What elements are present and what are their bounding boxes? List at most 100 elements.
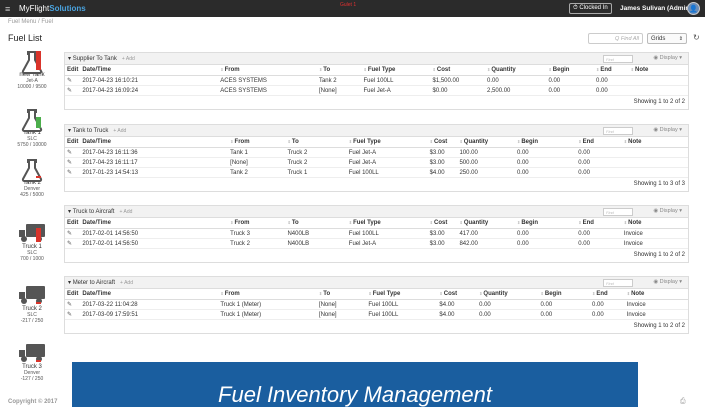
- collapse-icon[interactable]: ▾: [68, 55, 71, 62]
- column-header[interactable]: Date/Time: [80, 289, 219, 300]
- column-header[interactable]: Date/Time: [80, 218, 229, 229]
- section-find-input[interactable]: Find: [603, 55, 633, 63]
- tank-item[interactable]: Truck 2 SLC -217 / 250: [0, 282, 64, 324]
- column-header[interactable]: ⇕Cost: [427, 218, 458, 229]
- column-header[interactable]: Edit: [65, 218, 81, 229]
- column-header[interactable]: Edit: [65, 65, 81, 76]
- column-header[interactable]: ⇕Quantity: [485, 65, 547, 76]
- tank-item[interactable]: new Tank Jet-A 10000 / 9500: [0, 48, 64, 90]
- column-header[interactable]: ⇕To: [285, 137, 347, 148]
- section-find-input[interactable]: Find: [603, 279, 633, 287]
- avatar[interactable]: 👤: [687, 2, 700, 15]
- add-button[interactable]: + Add: [119, 209, 132, 215]
- collapse-icon[interactable]: ▾: [68, 279, 71, 286]
- tank-item[interactable]: Truck 3 Denver -127 / 250: [0, 340, 64, 382]
- column-header[interactable]: ⇕Cost: [430, 65, 486, 76]
- column-header[interactable]: ⇕Cost: [427, 137, 458, 148]
- tank-item[interactable]: Truck 1 SLC 700 / 1000: [0, 220, 64, 262]
- tank-item[interactable]: Tank 2 Denver 425 / 5000: [0, 156, 64, 198]
- column-header[interactable]: ⇕Fuel Type: [346, 137, 428, 148]
- brand-logo[interactable]: MyFlightSolutions: [19, 4, 86, 13]
- section-header[interactable]: ▾ Meter to Aircraft + Add Find ◉ Display ▾: [65, 277, 688, 289]
- table-row[interactable]: ✎ 2017-04-23 16:11:36 Tank 1 Truck 2 Fuel Je…: [65, 147, 688, 158]
- user-name[interactable]: James Sulivan (Admin): [620, 5, 692, 12]
- table-cell: Invoice: [621, 238, 688, 249]
- column-header[interactable]: ⇕To: [316, 65, 362, 76]
- find-all-input[interactable]: Q Find All: [588, 33, 643, 44]
- column-header[interactable]: ⇕To: [316, 289, 367, 300]
- table-cell: 500.00: [457, 157, 515, 168]
- refresh-icon[interactable]: ↻: [693, 33, 700, 42]
- display-dropdown[interactable]: ◉ Display ▾: [653, 55, 682, 61]
- column-header[interactable]: ⇕Begin: [514, 218, 577, 229]
- pencil-icon[interactable]: ✎: [65, 85, 81, 96]
- table-cell: Truck 3: [228, 228, 286, 239]
- display-dropdown[interactable]: ◉ Display ▾: [653, 127, 682, 133]
- sort-icon: ⇕: [230, 139, 234, 144]
- clocked-in-button[interactable]: ⏱ Clocked In: [569, 3, 612, 14]
- column-header[interactable]: Edit: [65, 137, 81, 148]
- column-header[interactable]: ⇕Quantity: [457, 218, 515, 229]
- add-button[interactable]: + Add: [122, 56, 135, 62]
- column-header[interactable]: Date/Time: [80, 137, 229, 148]
- pencil-icon[interactable]: ✎: [65, 157, 81, 168]
- breadcrumb[interactable]: Fuel Menu / Fuel: [8, 19, 53, 25]
- table-row[interactable]: ✎ 2017-03-22 11:04:28 Truck 1 (Meter) [None…: [65, 299, 688, 310]
- column-header[interactable]: ⇕From: [218, 289, 317, 300]
- column-header[interactable]: ⇕Note: [621, 218, 688, 229]
- add-button[interactable]: + Add: [113, 128, 126, 134]
- view-select[interactable]: Grids ⇕: [647, 33, 687, 44]
- section-header[interactable]: ▾ Tank to Truck + Add Find ◉ Display ▾: [65, 125, 688, 137]
- column-header[interactable]: ⇕End: [590, 289, 625, 300]
- table-row[interactable]: ✎ 2017-04-23 16:11:17 [None] Truck 2 Fuel Je…: [65, 157, 688, 168]
- collapse-icon[interactable]: ▾: [68, 208, 71, 215]
- column-header[interactable]: Edit: [65, 289, 81, 300]
- column-header[interactable]: ⇕End: [593, 65, 629, 76]
- pencil-icon[interactable]: ✎: [65, 309, 81, 320]
- column-header[interactable]: ⇕From: [218, 65, 317, 76]
- pencil-icon[interactable]: ✎: [65, 228, 81, 239]
- sort-icon: ⇕: [626, 291, 631, 296]
- column-header[interactable]: ⇕Fuel Type: [346, 218, 428, 229]
- column-header[interactable]: ⇕Note: [621, 137, 688, 148]
- column-header[interactable]: ⇕Fuel Type: [366, 289, 438, 300]
- print-icon[interactable]: ⎙: [680, 398, 686, 406]
- collapse-icon[interactable]: ▾: [68, 127, 71, 134]
- section-header[interactable]: ▾ Truck to Aircraft + Add Find ◉ Display ▾: [65, 206, 688, 218]
- section-find-input[interactable]: Find: [603, 208, 633, 216]
- table-row[interactable]: ✎ 2017-04-23 16:10:21 ACES SYSTEMS Tank 2 Fu…: [65, 75, 688, 86]
- column-header[interactable]: ⇕Begin: [514, 137, 577, 148]
- pencil-icon[interactable]: ✎: [65, 299, 81, 310]
- column-header[interactable]: ⇕Cost: [437, 289, 478, 300]
- display-dropdown[interactable]: ◉ Display ▾: [653, 279, 682, 285]
- pencil-icon[interactable]: ✎: [65, 75, 81, 86]
- column-header[interactable]: ⇕Note: [624, 289, 688, 300]
- tank-item[interactable]: Tank 1 SLC 5750 / 10000: [0, 106, 64, 148]
- column-header[interactable]: ⇕Begin: [538, 289, 590, 300]
- column-header[interactable]: ⇕Begin: [546, 65, 594, 76]
- section-header[interactable]: ▾ Supplier To Tank + Add Find ◉ Display ▾: [65, 53, 688, 65]
- column-header[interactable]: ⇕Quantity: [457, 137, 515, 148]
- column-header[interactable]: ⇕Fuel Type: [361, 65, 431, 76]
- pencil-icon[interactable]: ✎: [65, 147, 81, 158]
- table-row[interactable]: ✎ 2017-02-01 14:56:50 Truck 2 N400LB Fuel Je…: [65, 238, 688, 249]
- fuel-section: ▾ Meter to Aircraft + Add Find ◉ Display ▾ E…: [64, 276, 689, 334]
- table-row[interactable]: ✎ 2017-04-23 16:09:24 ACES SYSTEMS [None] Fu…: [65, 85, 688, 96]
- column-header[interactable]: ⇕End: [576, 137, 622, 148]
- section-find-input[interactable]: Find: [603, 127, 633, 135]
- column-header[interactable]: ⇕To: [285, 218, 347, 229]
- table-row[interactable]: ✎ 2017-03-09 17:59:51 Truck 1 (Meter) [None…: [65, 309, 688, 320]
- table-row[interactable]: ✎ 2017-01-23 14:54:13 Tank 2 Truck 1 Fuel 10…: [65, 167, 688, 178]
- add-button[interactable]: + Add: [120, 280, 133, 286]
- pencil-icon[interactable]: ✎: [65, 167, 81, 178]
- column-header[interactable]: Date/Time: [80, 65, 219, 76]
- hamburger-icon[interactable]: ≡: [5, 4, 17, 14]
- column-header[interactable]: ⇕Note: [628, 65, 688, 76]
- table-row[interactable]: ✎ 2017-02-01 14:56:50 Truck 3 N400LB Fuel 10…: [65, 228, 688, 239]
- pencil-icon[interactable]: ✎: [65, 238, 81, 249]
- column-header[interactable]: ⇕From: [228, 137, 286, 148]
- column-header[interactable]: ⇕From: [228, 218, 286, 229]
- column-header[interactable]: ⇕End: [576, 218, 622, 229]
- display-dropdown[interactable]: ◉ Display ▾: [653, 208, 682, 214]
- column-header[interactable]: ⇕Quantity: [477, 289, 539, 300]
